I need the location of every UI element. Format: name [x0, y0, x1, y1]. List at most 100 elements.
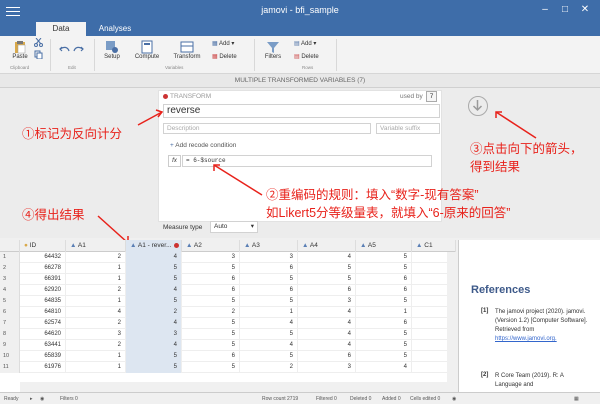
table-cell[interactable]: 4 — [240, 318, 298, 329]
table-cell[interactable]: 5 — [356, 329, 412, 340]
table-cell[interactable]: 5 — [356, 252, 412, 263]
row-number[interactable]: 2 — [0, 263, 20, 274]
table-cell[interactable]: 5 — [126, 274, 182, 285]
table-cell[interactable]: 2 — [66, 252, 126, 263]
table-cell[interactable]: 2 — [126, 307, 182, 318]
table-cell[interactable]: 5 — [182, 296, 240, 307]
table-cell[interactable]: 4 — [298, 318, 356, 329]
table-cell[interactable]: 6 — [356, 274, 412, 285]
table-cell[interactable]: 5 — [240, 329, 298, 340]
table-cell[interactable]: 5 — [182, 340, 240, 351]
table-cell[interactable]: 64620 — [20, 329, 66, 340]
table-cell[interactable]: 64810 — [20, 307, 66, 318]
table-cell[interactable]: 6 — [356, 285, 412, 296]
table-cell[interactable]: 5 — [182, 362, 240, 373]
row-number[interactable]: 3 — [0, 274, 20, 285]
table-cell[interactable]: 4 — [298, 329, 356, 340]
column-header-id[interactable]: ● ID — [20, 240, 66, 252]
table-cell[interactable]: 4 — [66, 307, 126, 318]
column-header-c1[interactable]: ▲ C1 — [412, 240, 456, 252]
row-number[interactable]: 4 — [0, 285, 20, 296]
table-cell[interactable]: 5 — [126, 362, 182, 373]
table-cell[interactable]: 3 — [298, 296, 356, 307]
table-cell[interactable]: 61976 — [20, 362, 66, 373]
table-cell[interactable]: 5 — [298, 274, 356, 285]
table-cell[interactable]: 5 — [182, 329, 240, 340]
table-cell[interactable]: 5 — [240, 296, 298, 307]
row-number[interactable]: 6 — [0, 307, 20, 318]
table-cell[interactable]: 3 — [298, 362, 356, 373]
table-cell[interactable]: 4 — [298, 252, 356, 263]
table-cell[interactable]: 5 — [240, 274, 298, 285]
table-cell[interactable]: 1 — [66, 362, 126, 373]
table-cell[interactable]: 64432 — [20, 252, 66, 263]
row-number[interactable]: 9 — [0, 340, 20, 351]
table-cell[interactable]: 6 — [182, 351, 240, 362]
row-number[interactable]: 1 — [0, 252, 20, 263]
row-number[interactable]: 8 — [0, 329, 20, 340]
column-header-a5[interactable]: ▲ A5 — [356, 240, 412, 252]
row-number[interactable]: 11 — [0, 362, 20, 373]
table-cell[interactable]: 6 — [240, 285, 298, 296]
column-header-a1[interactable]: ▲ A1 — [66, 240, 126, 252]
vertical-scrollbar[interactable] — [447, 252, 456, 392]
table-cell[interactable]: 4 — [126, 318, 182, 329]
table-cell[interactable]: 4 — [240, 340, 298, 351]
column-header-a4[interactable]: ▲ A4 — [298, 240, 356, 252]
row-number[interactable]: 5 — [0, 296, 20, 307]
eye-icon[interactable]: ◉ — [40, 396, 44, 402]
table-cell[interactable]: 5 — [298, 263, 356, 274]
table-cell[interactable]: 6 — [298, 285, 356, 296]
table-cell[interactable]: 4 — [356, 362, 412, 373]
table-cell[interactable]: 3 — [66, 329, 126, 340]
table-cell[interactable]: 63441 — [20, 340, 66, 351]
table-cell[interactable]: 6 — [356, 318, 412, 329]
table-cell[interactable]: 5 — [126, 296, 182, 307]
table-cell[interactable]: 64835 — [20, 296, 66, 307]
table-cell[interactable]: 6 — [298, 351, 356, 362]
table-cell[interactable]: 4 — [298, 307, 356, 318]
table-cell[interactable]: 2 — [66, 285, 126, 296]
ref1-link[interactable]: https://www.jamovi.org. — [495, 336, 557, 342]
table-cell[interactable]: 3 — [126, 329, 182, 340]
table-cell[interactable]: 1 — [66, 351, 126, 362]
table-cell[interactable]: 1 — [66, 263, 126, 274]
table-cell[interactable]: 5 — [356, 340, 412, 351]
column-header-a2[interactable]: ▲ A2 — [182, 240, 240, 252]
horizontal-scrollbar[interactable] — [20, 382, 447, 392]
corner-cell[interactable] — [0, 240, 20, 252]
table-cell[interactable]: 2 — [66, 318, 126, 329]
table-cell[interactable]: 5 — [182, 318, 240, 329]
row-number[interactable]: 7 — [0, 318, 20, 329]
table-cell[interactable]: 2 — [240, 362, 298, 373]
table-cell[interactable]: 3 — [240, 252, 298, 263]
table-cell[interactable]: 4 — [298, 340, 356, 351]
table-cell[interactable]: 65839 — [20, 351, 66, 362]
table-cell[interactable]: 5 — [126, 263, 182, 274]
table-cell[interactable]: 62920 — [20, 285, 66, 296]
row-number[interactable]: 10 — [0, 351, 20, 362]
table-cell[interactable]: 5 — [182, 263, 240, 274]
table-cell[interactable]: 4 — [126, 252, 182, 263]
table-cell[interactable]: 6 — [182, 285, 240, 296]
table-cell[interactable]: 1 — [66, 274, 126, 285]
column-header-a3[interactable]: ▲ A3 — [240, 240, 298, 252]
table-cell[interactable]: 5 — [356, 351, 412, 362]
table-cell[interactable]: 2 — [182, 307, 240, 318]
table-cell[interactable]: 62574 — [20, 318, 66, 329]
table-cell[interactable]: 5 — [240, 351, 298, 362]
table-cell[interactable]: 4 — [126, 340, 182, 351]
table-cell[interactable]: 1 — [66, 296, 126, 307]
table-cell[interactable]: 3 — [182, 252, 240, 263]
table-cell[interactable]: 6 — [240, 263, 298, 274]
table-cell[interactable]: 1 — [356, 307, 412, 318]
table-cell[interactable]: 5 — [126, 351, 182, 362]
zoom-icon[interactable]: ▦ — [574, 396, 579, 402]
table-cell[interactable]: 4 — [126, 285, 182, 296]
table-cell[interactable]: 5 — [356, 263, 412, 274]
table-cell[interactable]: 1 — [240, 307, 298, 318]
table-cell[interactable]: 6 — [182, 274, 240, 285]
table-cell[interactable]: 5 — [356, 296, 412, 307]
column-header-a1-reverse[interactable]: ▲ A1 - rever... — [126, 240, 182, 252]
table-cell[interactable]: 66391 — [20, 274, 66, 285]
